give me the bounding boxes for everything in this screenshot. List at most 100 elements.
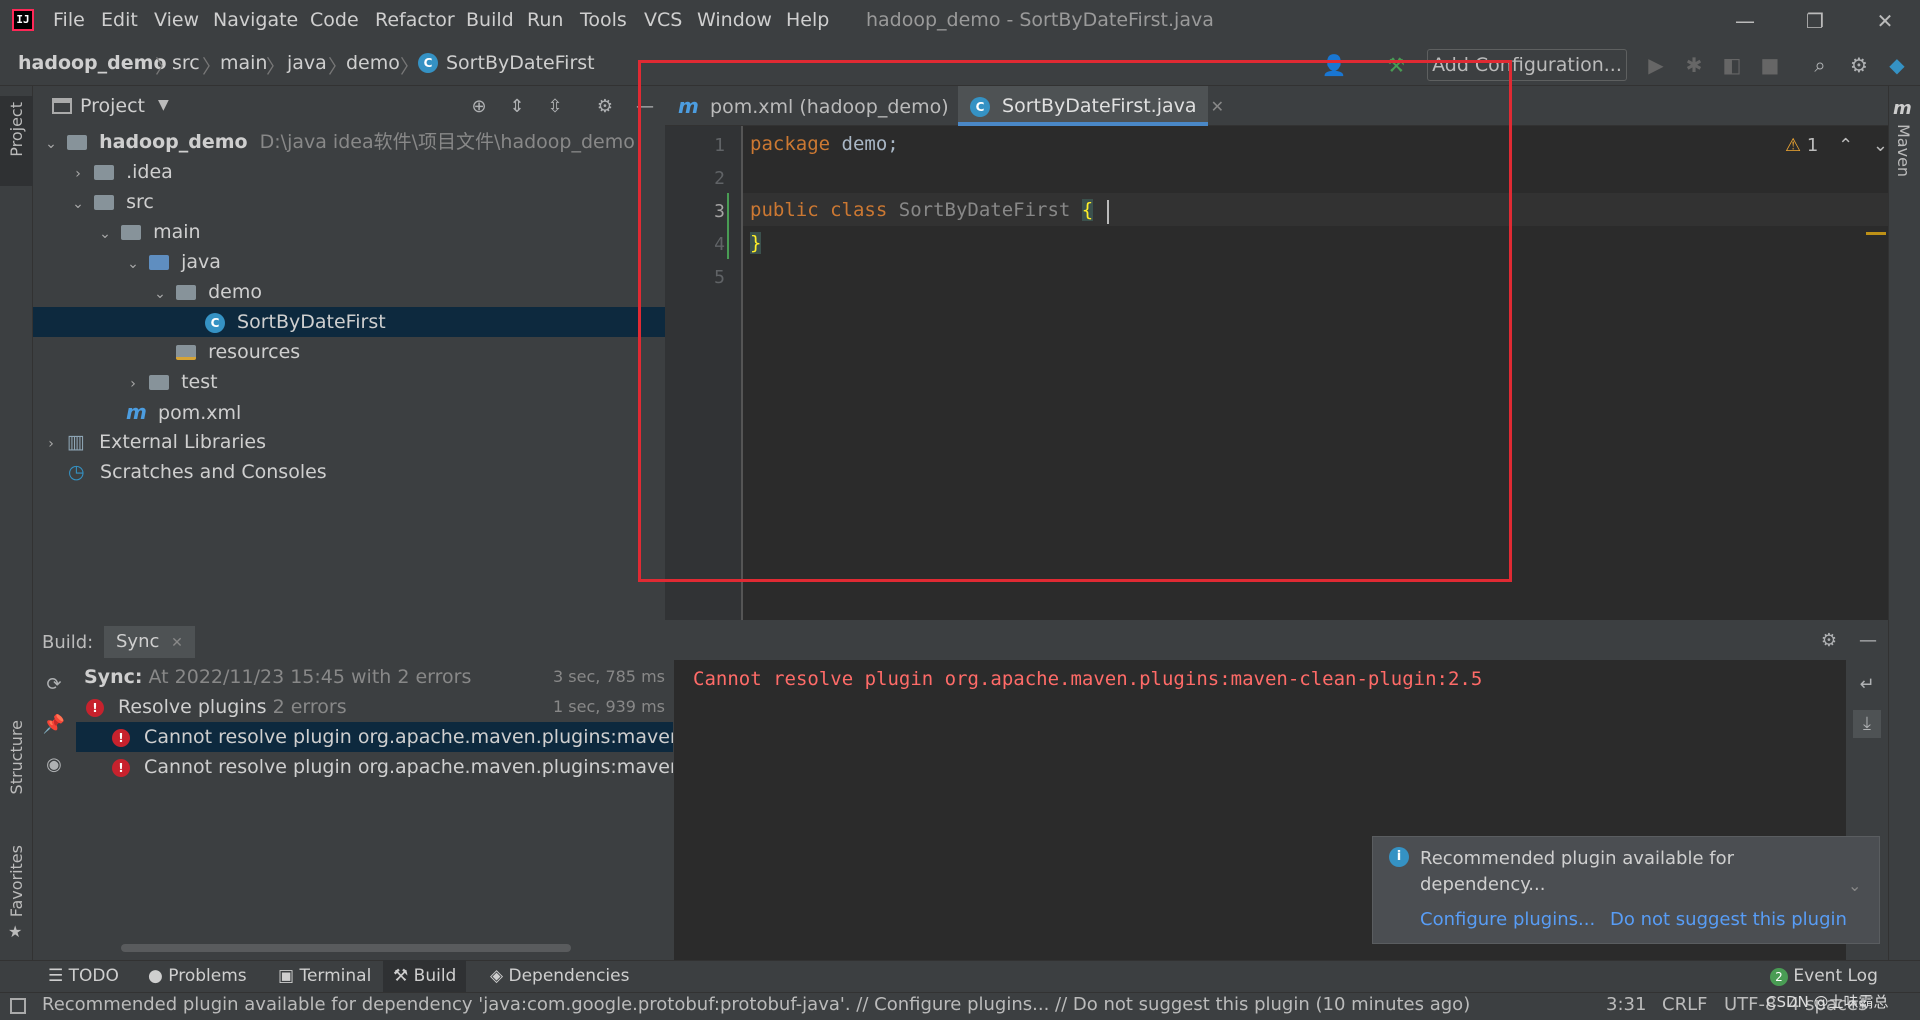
build-row-time: 1 sec, 939 ms [553, 697, 665, 716]
tree-item-test[interactable]: › test [33, 367, 665, 397]
project-panel-title[interactable]: Project [80, 95, 145, 117]
locate-file-icon[interactable]: ⊕ [465, 96, 493, 117]
previous-highlight-icon[interactable]: ⌃ [1838, 135, 1853, 156]
menu-build[interactable]: Build [466, 9, 514, 31]
tree-item-external-libraries[interactable]: › ▥ External Libraries [33, 427, 665, 457]
build-tab[interactable]: ⚒ Build [383, 960, 467, 992]
problems-tab[interactable]: ● Problems [138, 960, 257, 992]
left-tool-stripe [0, 86, 33, 964]
module-folder-icon [67, 135, 88, 150]
tree-item-demo[interactable]: ⌄ demo [33, 277, 665, 307]
build-row-resolve-plugins[interactable]: ! Resolve plugins 2 errors 1 sec, 939 ms [76, 692, 673, 722]
menu-vcs[interactable]: VCS [644, 9, 682, 31]
breadcrumb-project[interactable]: hadoop_demo [18, 52, 167, 74]
favorites-tool-button[interactable]: Favorites [7, 845, 26, 917]
menu-edit[interactable]: Edit [101, 9, 138, 31]
breadcrumb-java[interactable]: java [287, 52, 327, 74]
chevron-down-icon[interactable]: ⌄ [123, 249, 143, 279]
tree-item-java[interactable]: ⌄ java [33, 247, 665, 277]
tab-sync[interactable]: Sync ✕ [104, 626, 195, 658]
maven-tool-button[interactable]: Maven [1894, 124, 1913, 177]
todo-tab[interactable]: ☰ TODO [38, 960, 129, 992]
line-separator[interactable]: CRLF [1662, 994, 1707, 1015]
menu-code[interactable]: Code [310, 9, 359, 31]
warning-icon: ⚠ [1785, 135, 1802, 156]
terminal-tab[interactable]: ▣ Terminal [268, 960, 381, 992]
project-tool-button[interactable]: Project [0, 96, 33, 186]
chevron-down-icon[interactable]: ⌄ [68, 189, 88, 219]
hide-build-panel-icon[interactable]: — [1854, 630, 1882, 651]
tree-item-label: Scratches and Consoles [100, 461, 327, 483]
minimize-button[interactable]: — [1725, 6, 1765, 36]
tree-item-resources[interactable]: resources [33, 337, 665, 367]
warning-stripe-marker[interactable] [1866, 232, 1886, 235]
tree-item-pom[interactable]: m pom.xml [33, 397, 665, 427]
chevron-right-icon[interactable]: › [123, 369, 143, 399]
chevron-right-icon[interactable]: › [68, 159, 88, 189]
chevron-right-icon[interactable]: › [41, 429, 61, 459]
status-message[interactable]: Recommended plugin available for depende… [42, 994, 1470, 1015]
jetbrains-toolbox-icon[interactable]: ◆ [1883, 52, 1911, 78]
menu-file[interactable]: File [53, 9, 85, 31]
tree-item-main[interactable]: ⌄ main [33, 217, 665, 247]
menu-tools[interactable]: Tools [580, 9, 627, 31]
tree-item-label: hadoop_demo [99, 131, 248, 153]
horizontal-scrollbar[interactable] [121, 944, 571, 952]
toggle-tool-windows-icon[interactable] [10, 998, 26, 1014]
build-row-sync[interactable]: Sync: At 2022/11/23 15:45 with 2 errors … [76, 662, 673, 692]
event-log-tab[interactable]: 2 Event Log [1760, 960, 1888, 992]
tree-item-hadoop-demo[interactable]: ⌄ hadoop_demo D:\java idea软件\项目文件\hadoop… [33, 127, 665, 157]
maven-icon[interactable]: m [1893, 98, 1912, 119]
dependencies-icon: ◈ [490, 966, 509, 986]
project-view-dropdown-icon[interactable]: ▼ [158, 97, 169, 113]
tree-item-scratches[interactable]: ◷ Scratches and Consoles [33, 457, 665, 487]
configure-plugins-link[interactable]: Configure plugins... [1420, 909, 1595, 930]
stop-icon[interactable]: ■ [1756, 52, 1784, 78]
settings-gear-icon[interactable]: ⚙ [1845, 52, 1873, 78]
scroll-to-end-icon[interactable]: ⤓ [1853, 710, 1881, 738]
debug-icon[interactable]: ✱ [1680, 52, 1708, 78]
menu-window[interactable]: Window [697, 9, 772, 31]
expand-notification-icon[interactable]: ⌄ [1848, 876, 1861, 895]
tree-item-idea[interactable]: › .idea [33, 157, 665, 187]
build-settings-gear-icon[interactable]: ⚙ [1815, 630, 1843, 651]
chevron-down-icon[interactable]: ⌄ [95, 219, 115, 249]
dependencies-tab[interactable]: ◈ Dependencies [480, 960, 639, 992]
structure-tool-button[interactable]: Structure [7, 720, 26, 794]
tree-item-src[interactable]: ⌄ src [33, 187, 665, 217]
breadcrumb-demo[interactable]: demo [346, 52, 400, 74]
soft-wrap-icon[interactable]: ↵ [1853, 674, 1881, 695]
inspection-widget[interactable]: ⚠ 1 ⌃ ⌄ [1785, 135, 1888, 156]
eye-icon[interactable]: ◉ [40, 754, 68, 775]
tree-item-sortbydatefirst[interactable]: C SortByDateFirst [33, 307, 665, 337]
do-not-suggest-link[interactable]: Do not suggest this plugin [1610, 909, 1847, 930]
panel-settings-gear-icon[interactable]: ⚙ [591, 96, 619, 117]
restore-button[interactable]: ❐ [1795, 6, 1835, 36]
event-log-count: 2 [1770, 968, 1788, 986]
caret-position[interactable]: 3:31 [1606, 994, 1646, 1015]
sync-refresh-icon[interactable]: ⟳ [40, 674, 68, 695]
chevron-down-icon[interactable]: ⌄ [41, 129, 61, 159]
tree-item-label: demo [208, 281, 262, 303]
menu-refactor[interactable]: Refactor [375, 9, 455, 31]
coverage-icon[interactable]: ◧ [1718, 52, 1746, 78]
breadcrumb-main[interactable]: main [220, 52, 267, 74]
build-row-error-resources[interactable]: ! Cannot resolve plugin org.apache.maven… [76, 752, 673, 782]
close-tab-icon[interactable]: ✕ [171, 635, 183, 651]
search-icon[interactable]: ⌕ [1806, 52, 1834, 78]
expand-all-icon[interactable]: ⇕ [503, 96, 531, 117]
next-highlight-icon[interactable]: ⌄ [1873, 135, 1888, 156]
build-row-error-clean[interactable]: ! Cannot resolve plugin org.apache.maven… [76, 722, 673, 752]
build-row-label: Resolve plugins [118, 696, 267, 718]
run-icon[interactable]: ▶ [1642, 52, 1670, 78]
pin-icon[interactable]: 📌 [40, 714, 68, 735]
menu-view[interactable]: View [154, 9, 199, 31]
breadcrumb-class[interactable]: SortByDateFirst [446, 52, 595, 74]
menu-run[interactable]: Run [527, 9, 563, 31]
chevron-down-icon[interactable]: ⌄ [150, 279, 170, 309]
breadcrumb-src[interactable]: src [172, 52, 200, 74]
collapse-all-icon[interactable]: ⇳ [541, 96, 569, 117]
menu-help[interactable]: Help [786, 9, 829, 31]
menu-navigate[interactable]: Navigate [213, 9, 298, 31]
close-window-button[interactable]: ✕ [1865, 6, 1905, 36]
